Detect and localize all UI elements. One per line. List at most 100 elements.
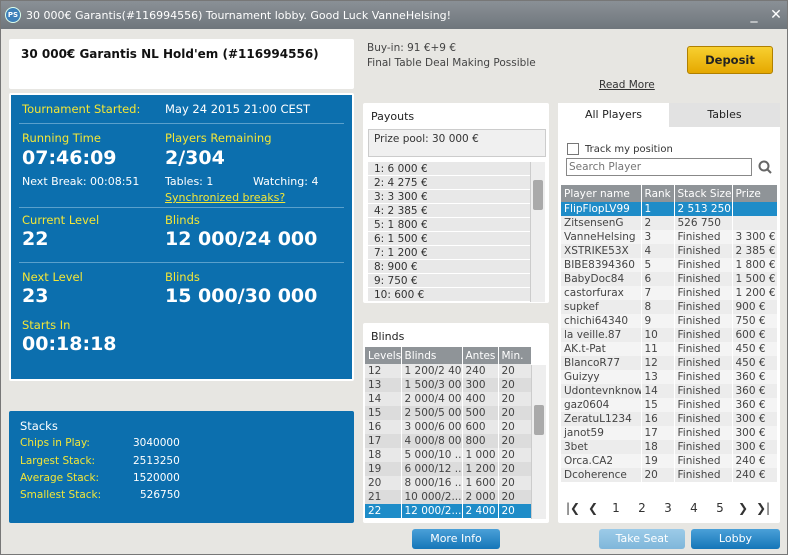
table-cell: 20: [498, 392, 532, 406]
table-cell: Finished: [674, 272, 733, 286]
page-1[interactable]: 1: [603, 501, 629, 515]
deposit-button[interactable]: Deposit: [687, 46, 773, 74]
player-row[interactable]: 3bet 18 Finished 300 €: [561, 440, 778, 454]
blinds-row[interactable]: 16 3 000/6 000 600 20: [365, 420, 532, 434]
player-row[interactable]: castorfurax 7 Finished 1 200 €: [561, 286, 778, 300]
player-row[interactable]: ZitsensenG 2 526 750: [561, 216, 778, 230]
average-stack-label: Average Stack:: [20, 472, 100, 484]
col-min[interactable]: Min.: [498, 347, 532, 364]
col-blinds[interactable]: Blinds: [401, 347, 463, 364]
blinds-table[interactable]: Levels Blinds Antes Min. 12 1 200/2 400 240 20…: [365, 347, 532, 518]
buyin-text: Buy-in: 91 €+9 €: [367, 42, 456, 54]
scroll-thumb[interactable]: [534, 405, 544, 435]
table-cell: 300: [462, 378, 499, 392]
blinds-row[interactable]: 22 12 000/2... 2 400 20: [365, 504, 532, 518]
player-row[interactable]: BIBE8394360 5 Finished 1 800 €: [561, 258, 778, 272]
table-cell: 300 €: [732, 426, 778, 440]
page-3[interactable]: 3: [655, 501, 681, 515]
blinds-scrollbar[interactable]: [531, 365, 546, 519]
player-row[interactable]: janot59 17 Finished 300 €: [561, 426, 778, 440]
table-cell: 1 500 €: [732, 272, 778, 286]
table-cell: Finished: [674, 412, 733, 426]
blinds-row[interactable]: 12 1 200/2 400 240 20: [365, 364, 532, 378]
player-row[interactable]: VanneHelsing 3 Finished 3 300 €: [561, 230, 778, 244]
next-page-icon[interactable]: ❯: [733, 501, 753, 515]
player-row[interactable]: chichi64340 9 Finished 750 €: [561, 314, 778, 328]
search-player-input[interactable]: [566, 158, 752, 176]
payouts-scrollbar[interactable]: [530, 162, 545, 302]
blinds-row[interactable]: 18 5 000/10 ... 1 000 20: [365, 448, 532, 462]
table-cell: Dcoherence: [561, 468, 642, 482]
minimize-button[interactable]: _: [743, 7, 765, 23]
col-rank[interactable]: Rank: [641, 185, 675, 202]
player-row[interactable]: Guizyy 13 Finished 360 €: [561, 370, 778, 384]
table-cell: 15: [365, 406, 402, 420]
player-row[interactable]: Dcoherence 20 Finished 240 €: [561, 468, 778, 482]
player-row[interactable]: BabyDoc84 6 Finished 1 500 €: [561, 272, 778, 286]
players-table[interactable]: Player name Rank Stack Size Prize FlipFlopL…: [561, 185, 778, 482]
search-icon[interactable]: [758, 160, 772, 174]
table-cell: 600 €: [732, 328, 778, 342]
col-levels[interactable]: Levels: [365, 347, 402, 364]
table-cell: 10: [641, 328, 675, 342]
lobby-window: PS 30 000€ Garantis(#116994556) Tourname…: [0, 0, 788, 555]
player-row[interactable]: ZeratuL1234 16 Finished 300 €: [561, 412, 778, 426]
col-antes[interactable]: Antes: [462, 347, 499, 364]
table-cell: 450 €: [732, 356, 778, 370]
table-cell: 12 000/2...: [401, 504, 463, 518]
first-page-icon[interactable]: |❮: [563, 501, 583, 515]
table-cell: 500: [462, 406, 499, 420]
player-row[interactable]: la veille.87 10 Finished 600 €: [561, 328, 778, 342]
table-cell: 18: [365, 448, 402, 462]
table-cell: 8: [641, 300, 675, 314]
payout-row: 5: 1 800 €: [368, 218, 530, 232]
player-row[interactable]: gaz0604 15 Finished 360 €: [561, 398, 778, 412]
read-more-link[interactable]: Read More: [599, 79, 655, 91]
player-row[interactable]: AK.t-Pat 11 Finished 450 €: [561, 342, 778, 356]
table-cell: 1 200: [462, 462, 499, 476]
blinds-row[interactable]: 13 1 500/3 000 300 20: [365, 378, 532, 392]
table-cell: BlancoR77: [561, 356, 642, 370]
track-position-checkbox[interactable]: [567, 143, 579, 155]
table-cell: 900 €: [732, 300, 778, 314]
synchronized-breaks-link[interactable]: Synchronized breaks?: [165, 191, 285, 204]
table-cell: Finished: [674, 314, 733, 328]
close-button[interactable]: ✕: [765, 7, 787, 23]
table-cell: 2 513 250: [674, 202, 733, 216]
table-cell: 1 200/2 400: [401, 364, 463, 378]
player-row[interactable]: FlipFlopLV99 1 2 513 250: [561, 202, 778, 216]
table-cell: 21: [365, 490, 402, 504]
more-info-button[interactable]: More Info: [412, 529, 500, 549]
col-stack-size[interactable]: Stack Size: [674, 185, 733, 202]
lobby-button[interactable]: Lobby: [691, 529, 780, 549]
page-4[interactable]: 4: [681, 501, 707, 515]
table-cell: 14: [641, 384, 675, 398]
blinds-row[interactable]: 19 6 000/12 ... 1 200 20: [365, 462, 532, 476]
tab-all-players[interactable]: All Players: [558, 103, 669, 127]
table-cell: 800: [462, 434, 499, 448]
take-seat-button[interactable]: Take Seat: [599, 529, 685, 549]
col-player-name[interactable]: Player name: [561, 185, 642, 202]
player-row[interactable]: Udontevnknow 14 Finished 360 €: [561, 384, 778, 398]
page-5[interactable]: 5: [707, 501, 733, 515]
payout-row: 10: 600 €: [368, 288, 530, 302]
page-2[interactable]: 2: [629, 501, 655, 515]
blinds-row[interactable]: 21 10 000/2... 2 000 20: [365, 490, 532, 504]
payouts-list[interactable]: 1: 6 000 € 2: 4 275 € 3: 3 300 € 4: 2 38…: [368, 162, 530, 302]
tab-tables[interactable]: Tables: [669, 103, 780, 127]
player-row[interactable]: Orca.CA2 19 Finished 240 €: [561, 454, 778, 468]
player-row[interactable]: BlancoR77 12 Finished 450 €: [561, 356, 778, 370]
blinds-row[interactable]: 17 4 000/8 000 800 20: [365, 434, 532, 448]
blinds-row[interactable]: 15 2 500/5 000 500 20: [365, 406, 532, 420]
scroll-thumb[interactable]: [533, 180, 543, 210]
blinds-row[interactable]: 14 2 000/4 000 400 20: [365, 392, 532, 406]
last-page-icon[interactable]: ❯|: [753, 501, 773, 515]
player-row[interactable]: XSTRIKE53X 4 Finished 2 385 €: [561, 244, 778, 258]
player-row[interactable]: supkef 8 Finished 900 €: [561, 300, 778, 314]
prev-page-icon[interactable]: ❮: [583, 501, 603, 515]
blinds-row[interactable]: 20 8 000/16 ... 1 600 20: [365, 476, 532, 490]
table-cell: Finished: [674, 356, 733, 370]
running-time-label: Running Time: [22, 131, 101, 145]
next-blinds-label: Blinds: [165, 270, 200, 284]
col-prize[interactable]: Prize: [732, 185, 778, 202]
